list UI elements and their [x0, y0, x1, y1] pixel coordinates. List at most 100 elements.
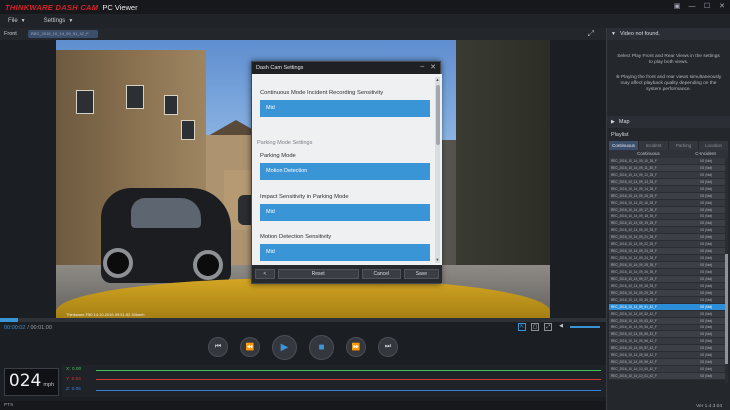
video-overlay-text: Thinkware F50 14.10.2016 09:51:52 30km/h: [66, 312, 145, 317]
volume-icon[interactable]: ◀: [557, 323, 565, 331]
playlist-row[interactable]: REC_2016_10_14_09_59_42_F 0G (Not): [609, 359, 728, 367]
file-name-field[interactable]: REC_2016_10_14_09_51_42_F: [28, 30, 98, 38]
playlist-row[interactable]: REC_2016_10_14_09_15_35_F 0G (Not): [609, 192, 728, 200]
volume-slider[interactable]: [570, 326, 600, 328]
maximize-icon[interactable]: ☐: [703, 2, 711, 11]
playlist-file-name: REC_2016_10_14_09_58_42_F: [611, 353, 657, 358]
map-title: Map: [618, 119, 630, 125]
scroll-down-icon[interactable]: ▼: [435, 257, 440, 263]
export-icon[interactable]: ⇱: [518, 323, 526, 331]
playlist-row[interactable]: REC_2016_10_14_09_27_35_F 0G (Not): [609, 275, 728, 283]
playlist-row[interactable]: REC_2016_10_14_10_00_42_F 0G (Not): [609, 366, 728, 374]
play-button[interactable]: ▶: [272, 334, 297, 360]
playlist-row[interactable]: REC_2016_10_14_09_57_42_F 0G (Not): [609, 345, 728, 353]
reset-button[interactable]: Reset: [277, 269, 359, 279]
playlist-row[interactable]: REC_2016_10_14_09_20_35_F 0G (Not): [609, 227, 728, 235]
playlist-row[interactable]: REC_2016_10_14_09_23_35_F 0G (Not): [609, 248, 728, 256]
playlist-row[interactable]: REC_2016_10_14_09_53_42_F 0G (Not): [609, 317, 728, 325]
restore-icon[interactable]: ▣: [673, 2, 681, 11]
title-bar: THINKWARE DASH CAM PC Viewer ▣ — ☐ ✕: [0, 0, 730, 14]
setting-impact-sensitivity-value[interactable]: Mid: [260, 204, 430, 221]
dialog-minimize-icon[interactable]: –: [420, 63, 424, 71]
playlist-file-name: REC_2016_10_14_09_20_35_F: [611, 228, 657, 233]
playlist-row[interactable]: REC_2016_10_14_09_56_42_F 0G (Not): [609, 338, 728, 346]
fullscreen-icon[interactable]: ⤢: [544, 323, 552, 331]
setting-parking-mode-value[interactable]: Motion Detection: [260, 163, 430, 180]
setting-motion-sensitivity-value[interactable]: Mid: [260, 244, 430, 261]
playlist-event-type: 0G (Not): [700, 158, 713, 163]
playlist-event-type: 0G (Not): [700, 200, 713, 205]
playlist-row[interactable]: REC_2016_10_14_09_11_35_F 0G (Not): [609, 164, 728, 172]
close-icon[interactable]: ✕: [718, 2, 726, 11]
playlist-row[interactable]: REC_2016_10_14_09_54_42_F 0G (Not): [609, 324, 728, 332]
playlist: REC_2016_10_14_09_10_35_F 0G (Not) REC_201…: [609, 158, 728, 383]
previous-file-button[interactable]: ⏮: [208, 337, 228, 357]
rewind-button[interactable]: ⏪: [240, 337, 260, 357]
playlist-row[interactable]: REC_2016_10_14_09_24_35_F 0G (Not): [609, 255, 728, 263]
minimize-icon[interactable]: —: [688, 2, 696, 11]
playlist-row[interactable]: REC_2016_10_14_09_14_35_F 0G (Not): [609, 185, 728, 193]
playlist-file-name: REC_2016_10_14_09_16_35_F: [611, 200, 657, 205]
snapshot-icon[interactable]: ▢: [531, 323, 539, 331]
column-file[interactable]: Continuous: [609, 150, 683, 158]
speedometer: 024 mph: [4, 368, 59, 396]
playlist-event-type: 0G (Not): [700, 367, 713, 372]
playlist-row[interactable]: REC_2016_10_14_09_52_42_F 0G (Not): [609, 310, 728, 318]
chevron-down-icon: ▼: [20, 18, 26, 24]
rear-view-header[interactable]: ▼ Video not found.: [607, 28, 730, 40]
tab-location[interactable]: Location: [699, 141, 728, 150]
stop-button[interactable]: ■: [309, 334, 334, 360]
playlist-event-type: 0G (Not): [700, 221, 713, 226]
map-header[interactable]: ▶ Map: [607, 116, 730, 128]
playlist-row[interactable]: REC_2016_10_14_09_55_42_F 0G (Not): [609, 331, 728, 339]
column-type[interactable]: C-Incident: [683, 150, 728, 158]
cancel-button[interactable]: Cancel: [361, 269, 401, 279]
playlist-row[interactable]: REC_2016_10_14_09_26_35_F 0G (Not): [609, 269, 728, 276]
scroll-thumb[interactable]: [435, 85, 440, 145]
forward-button[interactable]: ⏩: [346, 337, 366, 357]
playlist-row[interactable]: REC_2016_10_14_09_13_35_F 0G (Not): [609, 178, 728, 186]
playlist-row[interactable]: REC_2016_10_14_09_21_35_F 0G (Not): [609, 234, 728, 242]
setting-continuous-sensitivity-value[interactable]: Mid: [260, 100, 430, 117]
playlist-row[interactable]: REC_2016_10_14_09_19_35_F 0G (Not): [609, 220, 728, 228]
fullscreen-icon[interactable]: ⤢: [588, 29, 594, 39]
playlist-event-type: 0G (Not): [700, 318, 713, 323]
playlist-row[interactable]: REC_2016_10_14_09_30_35_F 0G (Not): [609, 296, 728, 304]
scroll-thumb[interactable]: [725, 254, 728, 364]
brand-logo: THINKWARE DASH CAM: [5, 2, 99, 12]
playlist-row[interactable]: REC_2016_10_14_09_10_35_F 0G (Not): [609, 158, 728, 165]
playlist-row[interactable]: REC_2016_10_14_10_01_42_F 0G (Not): [609, 373, 728, 380]
playlist-row[interactable]: REC_2016_10_14_09_25_35_F 0G (Not): [609, 262, 728, 269]
playlist-event-type: 0G (Not): [700, 228, 713, 233]
playlist-event-type: 0G (Not): [700, 214, 713, 219]
playlist-row[interactable]: REC_2016_10_14_09_18_35_F 0G (Not): [609, 213, 728, 221]
next-file-button[interactable]: ⏭: [378, 337, 398, 357]
playlist-row[interactable]: REC_2016_10_14_09_22_35_F 0G (Not): [609, 241, 728, 249]
dialog-close-icon[interactable]: ✕: [430, 63, 436, 71]
save-button[interactable]: Save: [403, 269, 439, 279]
playlist-row[interactable]: REC_2016_10_14_09_28_35_F 0G (Not): [609, 282, 728, 290]
playlist-event-type: 0G (Not): [700, 186, 713, 191]
dialog-scrollbar[interactable]: ▲ ▼: [435, 77, 440, 263]
tab-continuous[interactable]: Continuous: [609, 141, 638, 150]
tab-incident[interactable]: Incident: [639, 141, 668, 150]
playlist-file-name: REC_2016_10_14_09_11_35_F: [611, 165, 657, 170]
back-button[interactable]: <: [255, 269, 275, 279]
playlist-row[interactable]: REC_2016_10_14_09_16_35_F 0G (Not): [609, 199, 728, 207]
playlist-event-type: 0G (Not): [700, 172, 713, 177]
playlist-row[interactable]: REC_2016_10_14_09_17_35_F 0G (Not): [609, 206, 728, 214]
menu-settings[interactable]: Settings ▼: [44, 18, 74, 24]
playlist-header: Playlist: [607, 129, 730, 141]
playlist-event-type: 0G (Not): [700, 339, 713, 344]
playlist-event-type: 0G (Not): [700, 353, 713, 358]
menu-file[interactable]: File ▼: [8, 18, 26, 24]
playlist-scrollbar[interactable]: [725, 158, 728, 383]
playlist-row[interactable]: REC_2016_10_14_09_58_42_F 0G (Not): [609, 352, 728, 360]
playlist-row[interactable]: REC_2016_10_14_09_51_42_F 0G (Not): [609, 303, 728, 311]
dialog-title-bar: Dash Cam Settings – ✕: [252, 62, 440, 74]
playlist-row[interactable]: REC_2016_10_14_09_29_35_F 0G (Not): [609, 289, 728, 297]
tab-parking[interactable]: Parking: [669, 141, 698, 150]
scroll-up-icon[interactable]: ▲: [435, 77, 440, 83]
fast-forward-icon: ⏩: [351, 344, 361, 351]
playlist-row[interactable]: REC_2016_10_14_09_12_35_F 0G (Not): [609, 171, 728, 179]
